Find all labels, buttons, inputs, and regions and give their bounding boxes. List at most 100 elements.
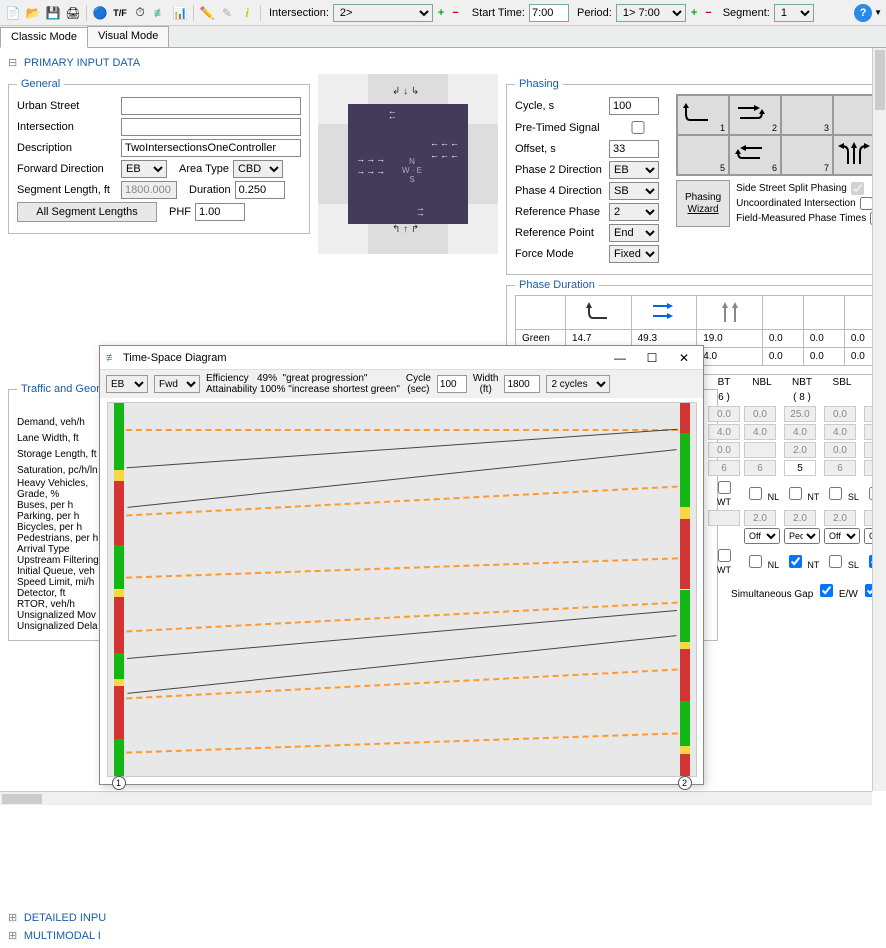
p2dir-select[interactable]: EB [609,161,659,179]
intersection-add[interactable]: + [435,7,447,19]
ts-diagram-icon[interactable]: ≢ [151,4,169,22]
intersection-remove[interactable]: − [449,7,461,19]
new-file-icon[interactable]: 📄 [4,4,22,22]
area-type-select[interactable]: CBD [233,160,283,178]
traffic-row-label: Unsignalized Dela [17,621,105,632]
partial-cell[interactable] [708,442,740,458]
traffic-row-label: Detector, ft [17,588,105,599]
close-button[interactable]: ✕ [671,348,697,368]
uncoord-checkbox[interactable] [860,197,873,210]
maximize-button[interactable]: ☐ [639,348,665,368]
refphase-select[interactable]: 2 [609,203,659,221]
v-scrollbar[interactable] [872,48,886,791]
open-file-icon[interactable]: 📂 [24,4,42,22]
partial-chk[interactable] [829,487,842,500]
partial-cell[interactable] [708,406,740,422]
right-partial-panel: BTNBLNBTSBLSBT6 )( 8 ) WT NL NT SL STOff… [706,375,876,601]
ts-canvas[interactable]: 1 2 [107,402,697,777]
offset-input[interactable] [609,140,659,158]
urban-street-input[interactable] [121,97,301,115]
period-select[interactable]: 1> 7:00 [616,4,686,22]
pretimed-checkbox[interactable] [613,121,663,134]
duration-input[interactable] [235,181,285,199]
partial-cell[interactable] [744,406,776,422]
primary-input-header[interactable]: PRIMARY INPUT DATA [8,56,878,70]
ts-node-2: 2 [678,776,692,790]
p4dir-select[interactable]: SB [609,182,659,200]
multimodal-header[interactable]: MULTIMODAL I [8,929,878,943]
side-split-label: Side Street Split Phasing [736,183,847,194]
partial-cell[interactable] [824,460,856,476]
partial-cell[interactable] [824,424,856,440]
partial-sel[interactable]: Off [824,528,860,544]
partial-chk[interactable] [749,555,762,568]
partial-cell[interactable] [784,460,816,476]
tab-visual[interactable]: Visual Mode [87,26,169,47]
partial-cell[interactable] [708,510,740,526]
tab-classic[interactable]: Classic Mode [0,27,88,48]
clock-icon[interactable]: ⏱ [131,4,149,22]
print-icon[interactable]: 🖨 [64,4,82,22]
partial-cell[interactable] [744,442,776,458]
segment-select[interactable]: 1 [774,4,814,22]
ts-toolbar: EB Fwd Efficiency 49% "great progression… [100,370,703,398]
partial-cell[interactable] [744,460,776,476]
phasing-wizard-button[interactable]: PhasingWizard [676,180,730,227]
partial-cell[interactable] [784,510,816,526]
partial-cell[interactable] [708,460,740,476]
partial-cell[interactable] [824,510,856,526]
partial-cell[interactable] [824,442,856,458]
traffic-row-label: Unsignalized Mov [17,610,105,621]
tool-icon-tf[interactable]: T/F [111,4,129,22]
fwd-dir-select[interactable]: EB [121,160,167,178]
period-add[interactable]: + [688,7,700,19]
minimize-button[interactable]: — [607,348,633,368]
partial-cell[interactable] [824,406,856,422]
tool-icon-1[interactable]: 🔵 [91,4,109,22]
ts-titlebar[interactable]: ≢ Time-Space Diagram — ☐ ✕ [100,346,703,370]
intersection-name-input[interactable] [121,118,301,136]
ew-chk[interactable] [820,584,833,597]
partial-cell[interactable] [784,442,816,458]
start-time-label: Start Time: [472,7,525,19]
partial-chk[interactable] [749,487,762,500]
help-dropdown-icon[interactable]: ▼ [874,8,882,17]
description-input[interactable] [121,139,301,157]
partial-cell[interactable] [784,424,816,440]
ts-dir-select[interactable]: EB [106,375,148,393]
partial-chk[interactable] [789,555,802,568]
partial-chk[interactable] [718,549,731,562]
partial-chk[interactable] [718,481,731,494]
partial-cell[interactable] [784,406,816,422]
partial-chk[interactable] [789,487,802,500]
period-remove[interactable]: − [702,7,714,19]
traffic-row-label: Bicycles, per h [17,522,105,533]
save-icon[interactable]: 💾 [44,4,62,22]
chart-icon[interactable]: 📊 [171,4,189,22]
partial-sel[interactable]: Ped [784,528,820,544]
partial-chk[interactable] [829,555,842,568]
ts-cycle-input[interactable] [437,375,467,393]
h-scrollbar[interactable] [0,791,872,805]
detailed-input-header[interactable]: DETAILED INPU [8,911,878,925]
side-split-checkbox [851,182,864,195]
cycle-input[interactable] [609,97,659,115]
seg-len-input[interactable] [121,181,177,199]
start-time-input[interactable] [529,4,569,22]
partial-cell[interactable] [708,424,740,440]
help-icon[interactable]: ? [854,4,872,22]
partial-cell[interactable] [744,424,776,440]
all-seg-lengths-button[interactable]: All Segment Lengths [17,202,157,222]
partial-cell[interactable] [744,510,776,526]
force-select[interactable]: Fixed [609,245,659,263]
edit-icon[interactable]: ✏️ [198,4,216,22]
ts-width-input[interactable] [504,375,540,393]
partial-sel[interactable]: Off [744,528,780,544]
wand-icon[interactable]: ✎ [218,4,236,22]
refpoint-select[interactable]: End [609,224,659,242]
ts-dir2-select[interactable]: Fwd [154,375,200,393]
intersection-select[interactable]: 2> [333,4,433,22]
ts-cycles-select[interactable]: 2 cycles [546,375,610,393]
phf-input[interactable] [195,203,245,221]
info-icon[interactable]: i [238,4,256,22]
